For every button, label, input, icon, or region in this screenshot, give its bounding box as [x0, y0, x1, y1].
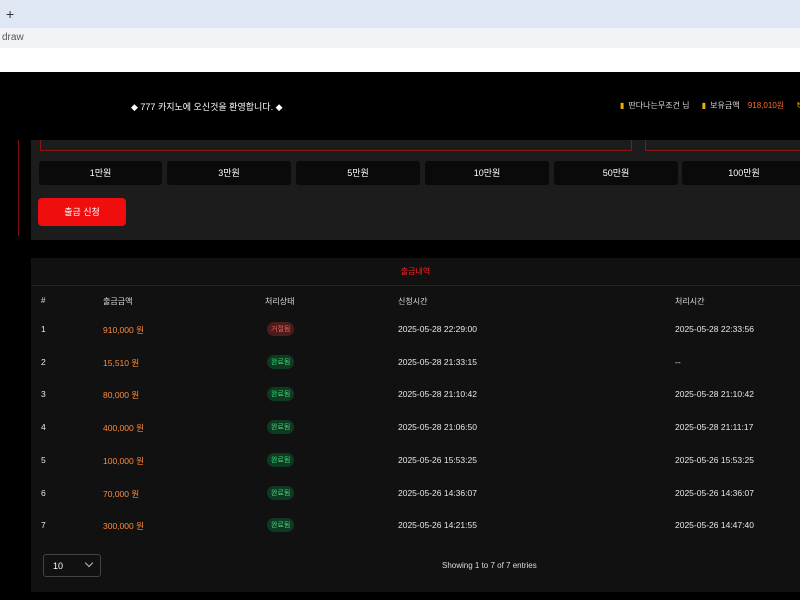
row-requested-time: 2025-05-28 21:06:50: [398, 422, 477, 433]
row-amount: 100,000 원: [103, 455, 144, 466]
table-row: 7 300,000 원 완료됨 2025-05-26 14:21:55 2025-05-…: [31, 509, 800, 542]
amount-button-500k[interactable]: 50만원: [554, 161, 678, 185]
row-number: 5: [41, 454, 46, 465]
row-processed-time: 2025-05-26 14:36:07: [675, 487, 754, 498]
new-tab-button[interactable]: +: [6, 6, 14, 22]
site-header: ◆ 777 카지노에 오신것을 환영합니다. ◆ ▮ 딴다나는무조건 님 ▮ 보유금…: [0, 72, 800, 140]
status-badge: 완료됨: [267, 485, 295, 500]
row-processed-time: 2025-05-26 14:47:40: [675, 520, 754, 531]
address-bar[interactable]: draw: [0, 28, 800, 48]
status-badge: 완료됨: [267, 518, 295, 533]
row-number: 6: [41, 487, 46, 498]
browser-tab-bar: +: [0, 0, 800, 28]
amount-button-50k[interactable]: 5만원: [296, 161, 420, 185]
row-requested-time: 2025-05-28 21:10:42: [398, 389, 477, 400]
row-processed-time: --: [675, 356, 681, 367]
user-icon: ▮: [620, 101, 625, 110]
row-processed-time: 2025-05-28 22:33:56: [675, 324, 754, 334]
status-badge: 거절됨: [267, 322, 295, 336]
status-badge: 완료됨: [267, 420, 295, 435]
row-processed-time: 2025-05-28 21:11:17: [675, 422, 754, 433]
row-number: 2: [41, 356, 46, 367]
bookmark-bar: [0, 48, 800, 72]
table-row: 5 100,000 원 완료됨 2025-05-26 15:53:25 2025-05-…: [31, 444, 800, 477]
username: 딴다나는무조건 님: [628, 101, 690, 110]
row-number: 1: [41, 324, 46, 334]
history-title: 출금내역: [31, 258, 800, 286]
user-info: ▮ 딴다나는무조건 님 ▮ 보유금액 918,010원 ↻: [620, 100, 800, 111]
status-badge: 완료됨: [267, 387, 295, 402]
per-page-select[interactable]: 10: [43, 554, 101, 577]
withdraw-panel: 1만원 3만원 5만원 10만원 50만원 100만원 출금 신청: [31, 140, 800, 240]
withdraw-submit-button[interactable]: 출금 신청: [38, 198, 126, 226]
amount-input[interactable]: [40, 140, 632, 151]
balance-label: 보유금액: [710, 101, 740, 110]
row-processed-time: 2025-05-28 21:10:42: [675, 389, 754, 400]
status-badge: 완료됨: [267, 354, 295, 369]
table-row: 1 910,000 원 거절됨 2025-05-28 22:29:00 2025-05-…: [31, 313, 800, 346]
table-row: 2 15,510 원 완료됨 2025-05-28 21:33:15 --: [31, 346, 800, 379]
col-header-no[interactable]: #: [41, 296, 45, 305]
amount-button-10k[interactable]: 1만원: [39, 161, 162, 185]
table-row: 3 80,000 원 완료됨 2025-05-28 21:10:42 2025-05-2…: [31, 378, 800, 411]
amount-button-1m[interactable]: 100만원: [682, 161, 800, 185]
row-number: 3: [41, 389, 46, 400]
chevron-down-icon: [84, 558, 94, 568]
amount-button-30k[interactable]: 3만원: [167, 161, 291, 185]
refresh-icon[interactable]: ↻: [796, 101, 800, 110]
row-amount: 910,000 원: [103, 325, 144, 335]
decorative-line: [18, 140, 19, 236]
wallet-icon: ▮: [701, 101, 707, 110]
row-requested-time: 2025-05-26 14:21:55: [398, 520, 477, 531]
row-requested-time: 2025-05-28 21:33:15: [398, 356, 477, 367]
withdraw-history: 출금내역 # 출금금액 처리상태 신청시간 처리시간 1 910,000 원 거절됨…: [31, 258, 800, 592]
pagination-info: Showing 1 to 7 of 7 entries: [442, 561, 537, 570]
welcome-message: ◆ 777 카지노에 오신것을 환영합니다. ◆: [131, 102, 283, 112]
row-requested-time: 2025-05-26 15:53:25: [398, 454, 477, 465]
row-processed-time: 2025-05-26 15:53:25: [675, 454, 754, 465]
row-number: 4: [41, 422, 46, 433]
status-badge: 완료됨: [267, 452, 295, 467]
table-row: 4 400,000 원 완료됨 2025-05-28 21:06:50 2025-05-…: [31, 411, 800, 444]
url-text: draw: [2, 32, 24, 43]
col-header-amount[interactable]: 출금금액: [103, 296, 132, 307]
row-amount: 70,000 원: [103, 488, 140, 499]
row-amount: 400,000 원: [103, 423, 144, 434]
table-row: 6 70,000 원 완료됨 2025-05-26 14:36:07 2025-05-2…: [31, 477, 800, 510]
row-number: 7: [41, 520, 46, 531]
amount-button-100k[interactable]: 10만원: [425, 161, 549, 185]
row-requested-time: 2025-05-26 14:36:07: [398, 487, 477, 498]
per-page-value: 10: [53, 561, 64, 571]
secondary-input[interactable]: [645, 140, 800, 151]
row-amount: 15,510 원: [103, 357, 140, 368]
col-header-processed[interactable]: 처리시간: [675, 296, 704, 307]
row-amount: 300,000 원: [103, 521, 144, 532]
col-header-status[interactable]: 처리상태: [265, 296, 294, 307]
balance-value: 918,010원: [747, 101, 785, 110]
col-header-requested[interactable]: 신청시간: [398, 296, 427, 307]
row-amount: 80,000 원: [103, 390, 140, 401]
row-requested-time: 2025-05-28 22:29:00: [398, 324, 477, 334]
